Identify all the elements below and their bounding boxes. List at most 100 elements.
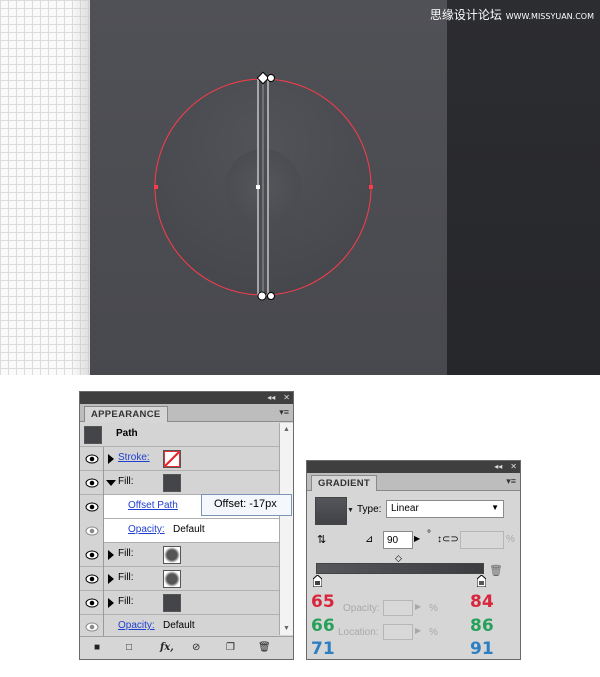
visibility-toggle[interactable] xyxy=(80,543,104,567)
opacity-label[interactable]: Opacity: xyxy=(128,524,165,535)
close-icon[interactable]: ✕ xyxy=(510,462,517,472)
gradient-body: ▼ Type: Linear ▼ ⇅ ⊿ 90 ▶ ° ↕⊂⊃ % ◇ 🗑 Op… xyxy=(307,492,520,659)
fill-swatch[interactable] xyxy=(163,594,181,612)
eye-icon xyxy=(85,526,98,536)
scroll-up-icon[interactable]: ▲ xyxy=(283,426,290,433)
bottom-handle-left xyxy=(257,291,267,301)
type-select[interactable]: Linear ▼ xyxy=(386,500,504,518)
visibility-toggle[interactable] xyxy=(80,447,104,471)
gradient-preview-swatch[interactable] xyxy=(315,497,347,525)
eye-icon xyxy=(85,598,98,608)
artwork-svg xyxy=(154,71,373,301)
panel-title-bar[interactable]: ◂◂ ✕ xyxy=(80,392,293,404)
collapse-icon[interactable]: ◂◂ xyxy=(494,462,502,472)
collapse-triangle-icon[interactable] xyxy=(106,480,116,486)
stroke-row[interactable]: Stroke: xyxy=(80,447,279,471)
close-icon[interactable]: ✕ xyxy=(283,393,290,403)
panel-tab-bar: GRADIENT ▾≡ xyxy=(307,473,520,491)
panel-footer: ■ □ fx, ⊘ ❐ 🗑 xyxy=(80,636,293,659)
degree-symbol: ° xyxy=(427,529,431,540)
stroke-none-swatch[interactable] xyxy=(163,450,181,468)
fill-swatch[interactable] xyxy=(163,474,181,492)
tab-appearance[interactable]: APPEARANCE xyxy=(84,406,168,422)
aspect-ratio-input[interactable] xyxy=(460,531,504,549)
left-stop-blue: 71 xyxy=(311,639,335,659)
opacity-value: Default xyxy=(163,620,195,631)
visibility-toggle[interactable] xyxy=(80,591,104,615)
object-thumbnail xyxy=(84,426,102,444)
percent-symbol: % xyxy=(429,627,438,638)
opacity-label[interactable]: Opacity: xyxy=(118,620,155,631)
panel-title-bar[interactable]: ◂◂ ✕ xyxy=(307,461,520,473)
gradient-preset-dropdown-icon[interactable]: ▼ xyxy=(347,497,356,525)
clear-icon[interactable]: ⊘ xyxy=(192,642,200,653)
tab-gradient[interactable]: GRADIENT xyxy=(311,475,378,491)
reverse-gradient-icon[interactable]: ⇅ xyxy=(317,533,326,546)
fill-label: Fill: xyxy=(118,596,134,607)
left-stop-red: 65 xyxy=(311,592,335,612)
fill-row-expanded[interactable]: Fill: xyxy=(80,471,279,495)
appearance-panel: ◂◂ ✕ APPEARANCE ▾≡ Path Stroke: Fill: Of… xyxy=(79,391,294,660)
fill-label: Fill: xyxy=(118,548,134,559)
new-stroke-icon[interactable]: □ xyxy=(126,642,132,653)
eye-icon xyxy=(85,622,98,632)
eye-icon xyxy=(85,574,98,584)
collapse-icon[interactable]: ◂◂ xyxy=(267,393,275,403)
stroke-label[interactable]: Stroke: xyxy=(118,452,150,463)
visibility-toggle[interactable] xyxy=(80,519,104,543)
fill-opacity-row[interactable]: Opacity: Default xyxy=(80,519,279,543)
visibility-toggle[interactable] xyxy=(80,495,104,519)
visibility-toggle[interactable] xyxy=(80,567,104,591)
expand-triangle-icon[interactable] xyxy=(108,454,114,464)
radial-gradient-swatch[interactable] xyxy=(163,546,181,564)
chevron-down-icon: ▼ xyxy=(491,503,499,512)
stop-location-input[interactable] xyxy=(383,624,413,640)
fill-row[interactable]: Fill: xyxy=(80,567,279,591)
square-icon[interactable]: ■ xyxy=(94,642,100,653)
left-stop-green: 66 xyxy=(311,616,335,636)
expand-triangle-icon[interactable] xyxy=(108,550,114,560)
type-value: Linear xyxy=(391,503,419,514)
gradient-stop-right-icon[interactable] xyxy=(477,575,486,587)
expand-triangle-icon[interactable] xyxy=(108,574,114,584)
fx-icon[interactable]: fx, xyxy=(160,642,174,653)
percent-symbol: % xyxy=(429,603,438,614)
anchor-left xyxy=(154,185,158,189)
stop-opacity-input[interactable] xyxy=(383,600,413,616)
panel-menu-icon[interactable]: ▾≡ xyxy=(506,476,516,487)
object-label: Path xyxy=(116,428,138,439)
artboard-canvas[interactable]: 思缘设计论坛 WWW.MISSYUAN.COM xyxy=(0,0,600,375)
appearance-list: Path Stroke: Fill: Offset Path Opacity: … xyxy=(80,423,279,639)
fill-label: Fill: xyxy=(118,572,134,583)
angle-icon: ⊿ xyxy=(365,534,374,545)
opacity-label: Opacity: xyxy=(343,603,380,614)
offset-path-link[interactable]: Offset Path xyxy=(128,500,178,511)
type-label: Type: xyxy=(357,504,382,515)
location-stepper-icon[interactable]: ▶ xyxy=(415,626,421,635)
scroll-down-icon[interactable]: ▼ xyxy=(283,625,290,632)
fill-row[interactable]: Fill: xyxy=(80,591,279,615)
expand-triangle-icon[interactable] xyxy=(108,598,114,608)
gradient-slider[interactable] xyxy=(316,563,484,574)
gradient-panel: ◂◂ ✕ GRADIENT ▾≡ ▼ Type: Linear ▼ ⇅ ⊿ 90… xyxy=(306,460,521,660)
panel-menu-icon[interactable]: ▾≡ xyxy=(279,407,289,418)
visibility-toggle[interactable] xyxy=(80,471,104,495)
object-row[interactable]: Path xyxy=(80,423,279,447)
center-point xyxy=(256,185,260,189)
right-stop-blue: 91 xyxy=(470,639,494,659)
angle-input[interactable]: 90 xyxy=(383,531,413,549)
anchor-right xyxy=(369,185,373,189)
fill-row[interactable]: Fill: xyxy=(80,543,279,567)
trash-icon[interactable]: 🗑 xyxy=(258,642,271,653)
trash-icon[interactable]: 🗑 xyxy=(489,564,503,577)
radial-gradient-swatch[interactable] xyxy=(163,570,181,588)
right-stop-red: 84 xyxy=(470,592,494,612)
scrollbar[interactable]: ▲ ▼ xyxy=(279,423,293,635)
gradient-stop-left-icon[interactable] xyxy=(313,575,322,587)
top-handle-ring xyxy=(267,74,275,82)
opacity-stepper-icon[interactable]: ▶ xyxy=(415,602,421,611)
fill-label: Fill: xyxy=(118,476,134,487)
angle-stepper-icon[interactable]: ▶ xyxy=(414,534,420,543)
duplicate-icon[interactable]: ❐ xyxy=(226,642,235,653)
watermark: 思缘设计论坛 WWW.MISSYUAN.COM xyxy=(429,8,594,22)
